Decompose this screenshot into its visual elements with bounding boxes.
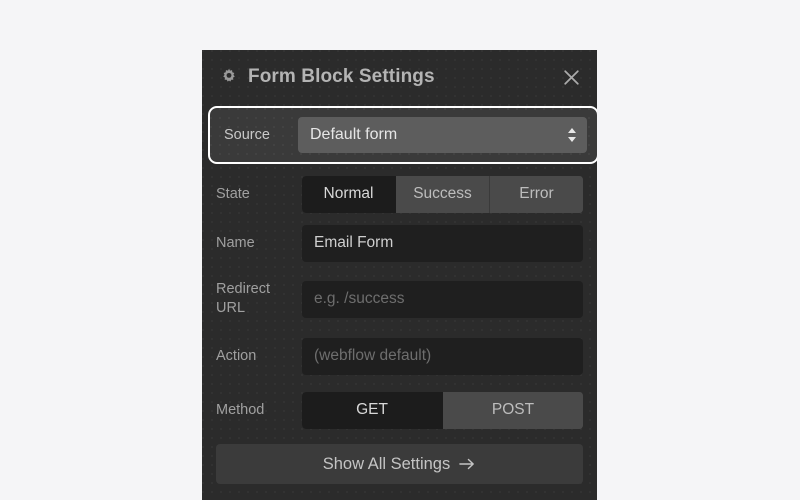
state-control: Normal Success Error xyxy=(302,175,583,213)
form-block-settings-panel: Form Block Settings Source Default form xyxy=(202,50,597,500)
page-title: Form Block Settings xyxy=(248,66,435,87)
source-control: Default form xyxy=(298,117,587,153)
method-option-get[interactable]: GET xyxy=(302,391,443,429)
name-label: Name xyxy=(216,234,255,251)
state-option-success[interactable]: Success xyxy=(396,175,490,213)
state-option-normal[interactable]: Normal xyxy=(302,175,396,213)
method-row: Method GET POST xyxy=(202,382,597,438)
action-row: Action (webflow default) xyxy=(202,330,597,382)
arrow-right-icon xyxy=(459,457,476,471)
stepper-updown-icon xyxy=(566,126,578,144)
show-all-settings-label: Show All Settings xyxy=(322,454,451,473)
close-icon[interactable] xyxy=(559,65,583,89)
source-select-value: Default form xyxy=(310,126,398,143)
redirect-url-row: Redirect URL e.g. /success xyxy=(202,268,597,330)
state-label: State xyxy=(216,185,250,202)
action-input[interactable]: (webflow default) xyxy=(302,337,583,375)
state-segmented-control: Normal Success Error xyxy=(302,175,583,213)
redirect-url-label-line1: Redirect xyxy=(216,281,270,298)
redirect-url-input[interactable]: e.g. /success xyxy=(302,280,583,318)
method-label: Method xyxy=(216,401,265,418)
method-segmented-control: GET POST xyxy=(302,391,583,429)
state-option-error[interactable]: Error xyxy=(490,175,583,213)
method-option-post[interactable]: POST xyxy=(443,391,583,429)
redirect-url-label-line2: URL xyxy=(216,300,246,316)
name-control: Email Form xyxy=(302,224,583,262)
state-row: State Normal Success Error xyxy=(202,170,597,218)
panel-header: Form Block Settings xyxy=(202,50,597,104)
method-control: GET POST xyxy=(302,391,583,429)
name-input-value: Email Form xyxy=(314,234,394,251)
source-label: Source xyxy=(224,126,270,143)
source-select[interactable]: Default form xyxy=(298,117,587,153)
name-row: Name Email Form xyxy=(202,218,597,268)
action-control: (webflow default) xyxy=(302,337,583,375)
show-all-settings-button[interactable]: Show All Settings xyxy=(216,444,583,484)
source-row: Source Default form xyxy=(208,106,597,164)
redirect-url-label: Redirect URL xyxy=(216,280,302,317)
gear-icon xyxy=(220,68,238,86)
source-row-highlight: Source Default form xyxy=(202,106,597,164)
action-label: Action xyxy=(216,347,257,364)
redirect-url-placeholder: e.g. /success xyxy=(314,290,405,307)
redirect-url-control: e.g. /success xyxy=(302,280,583,318)
panel-footer: Show All Settings xyxy=(202,438,597,484)
action-placeholder: (webflow default) xyxy=(314,347,432,364)
name-input[interactable]: Email Form xyxy=(302,224,583,262)
